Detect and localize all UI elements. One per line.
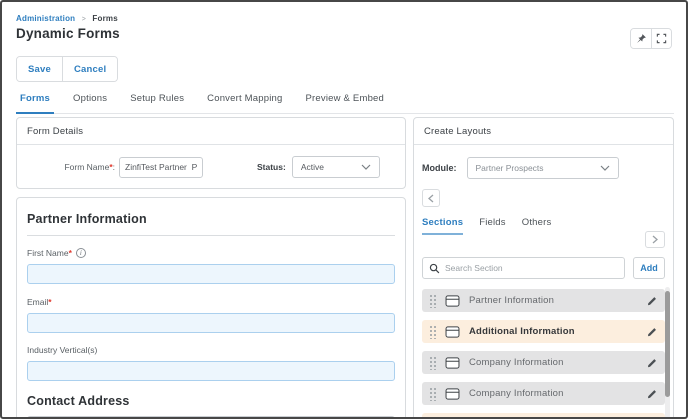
edit-pencil-icon[interactable] [646, 388, 658, 400]
section-list-scrollbar[interactable] [665, 287, 670, 419]
page-title: Dynamic Forms [16, 26, 120, 41]
search-row: Add [422, 257, 665, 279]
tab-preview-embed[interactable]: Preview & Embed [302, 90, 389, 113]
industry-verticals-input[interactable] [27, 361, 395, 381]
form-details-row: Form Name*: Status: Active [17, 156, 405, 178]
section-item-additional-information[interactable]: Additional Information [422, 320, 665, 343]
layouts-tab-bar: Sections Fields Others [422, 217, 665, 235]
form-name-input[interactable] [119, 157, 203, 178]
email-label: Email* [27, 297, 395, 307]
form-details-title: Form Details [17, 118, 405, 145]
fullscreen-icon [656, 33, 667, 44]
save-button[interactable]: Save [17, 57, 62, 81]
cancel-button[interactable]: Cancel [62, 57, 117, 81]
form-name-label: Form Name*: [27, 162, 115, 172]
form-preview-panel: Partner Information First Name* i Email*… [16, 197, 406, 419]
form-details-panel: Form Details Form Name*: Status: Active [16, 117, 406, 189]
chevron-left-icon [428, 194, 434, 203]
create-layouts-title: Create Layouts [414, 118, 673, 145]
module-row: Module: Partner Prospects [422, 157, 665, 179]
search-section-input[interactable] [445, 263, 618, 273]
search-box [422, 257, 625, 279]
breadcrumb-separator-icon: > [82, 16, 86, 23]
breadcrumb-administration-link[interactable]: Administration [16, 14, 75, 23]
chevron-down-icon [361, 164, 371, 170]
edit-pencil-icon[interactable] [646, 357, 658, 369]
drag-handle-icon[interactable] [429, 356, 436, 370]
section-item-label: Additional Information [469, 326, 646, 337]
status-label: Status: [257, 162, 286, 172]
tab-sections[interactable]: Sections [422, 217, 463, 235]
section-divider [27, 235, 395, 236]
drag-handle-icon[interactable] [429, 294, 436, 308]
create-layouts-panel: Create Layouts Module: Partner Prospects… [413, 117, 674, 419]
section-item-partner-information[interactable]: Partner Information [422, 289, 665, 312]
app-window: Administration > Forms Dynamic Forms Sav… [0, 0, 688, 419]
pin-icon [636, 33, 647, 44]
section-item-company-information[interactable]: Company Information [422, 351, 665, 374]
section-item-company-information-2[interactable]: Company Information [422, 382, 665, 405]
breadcrumb-current: Forms [92, 14, 117, 23]
status-value: Active [301, 162, 324, 172]
section-heading-contact-address: Contact Address [27, 394, 395, 408]
section-heading-partner-information: Partner Information [27, 212, 395, 226]
module-label: Module: [422, 163, 457, 173]
tab-fields[interactable]: Fields [479, 217, 506, 235]
drag-handle-icon[interactable] [429, 387, 436, 401]
status-select[interactable]: Active [292, 156, 380, 178]
section-item-label: Partner Information [469, 295, 646, 306]
drag-handle-icon[interactable] [429, 325, 436, 339]
info-icon[interactable]: i [76, 248, 86, 258]
section-card-icon [445, 388, 460, 400]
tab-options[interactable]: Options [69, 90, 111, 113]
first-name-label: First Name* i [27, 248, 395, 258]
fullscreen-button[interactable] [651, 29, 671, 48]
module-select[interactable]: Partner Prospects [467, 157, 619, 179]
required-marker: * [69, 248, 72, 258]
industry-verticals-label: Industry Vertical(s) [27, 345, 395, 355]
tab-convert-mapping[interactable]: Convert Mapping [203, 90, 286, 113]
search-icon [429, 263, 440, 274]
section-card-icon [445, 326, 460, 338]
form-action-group: Save Cancel [16, 56, 118, 82]
edit-pencil-icon[interactable] [646, 326, 658, 338]
add-section-button[interactable]: Add [633, 257, 665, 279]
section-item-alternate-address[interactable]: Alternate Address [422, 413, 665, 419]
module-value: Partner Prospects [476, 163, 544, 173]
required-marker: * [48, 297, 51, 307]
scrollbar-thumb[interactable] [665, 291, 670, 397]
expand-panel-button[interactable] [645, 231, 665, 248]
main-tab-bar: Forms Options Setup Rules Convert Mappin… [16, 90, 674, 114]
pin-button[interactable] [631, 29, 651, 48]
section-card-icon [445, 357, 460, 369]
chevron-right-icon [652, 235, 658, 244]
header-icon-group [630, 28, 672, 49]
tab-forms[interactable]: Forms [16, 90, 54, 114]
section-card-icon [445, 295, 460, 307]
first-name-input[interactable] [27, 264, 395, 284]
email-input[interactable] [27, 313, 395, 333]
collapse-panel-button[interactable] [422, 189, 440, 207]
chevron-down-icon [600, 165, 610, 171]
tab-others[interactable]: Others [522, 217, 552, 235]
tab-setup-rules[interactable]: Setup Rules [126, 90, 188, 113]
section-list: Partner Information Additional Informati… [422, 289, 665, 419]
edit-pencil-icon[interactable] [646, 295, 658, 307]
section-item-label: Company Information [469, 388, 646, 399]
section-item-label: Company Information [469, 357, 646, 368]
breadcrumb: Administration > Forms [16, 14, 118, 23]
